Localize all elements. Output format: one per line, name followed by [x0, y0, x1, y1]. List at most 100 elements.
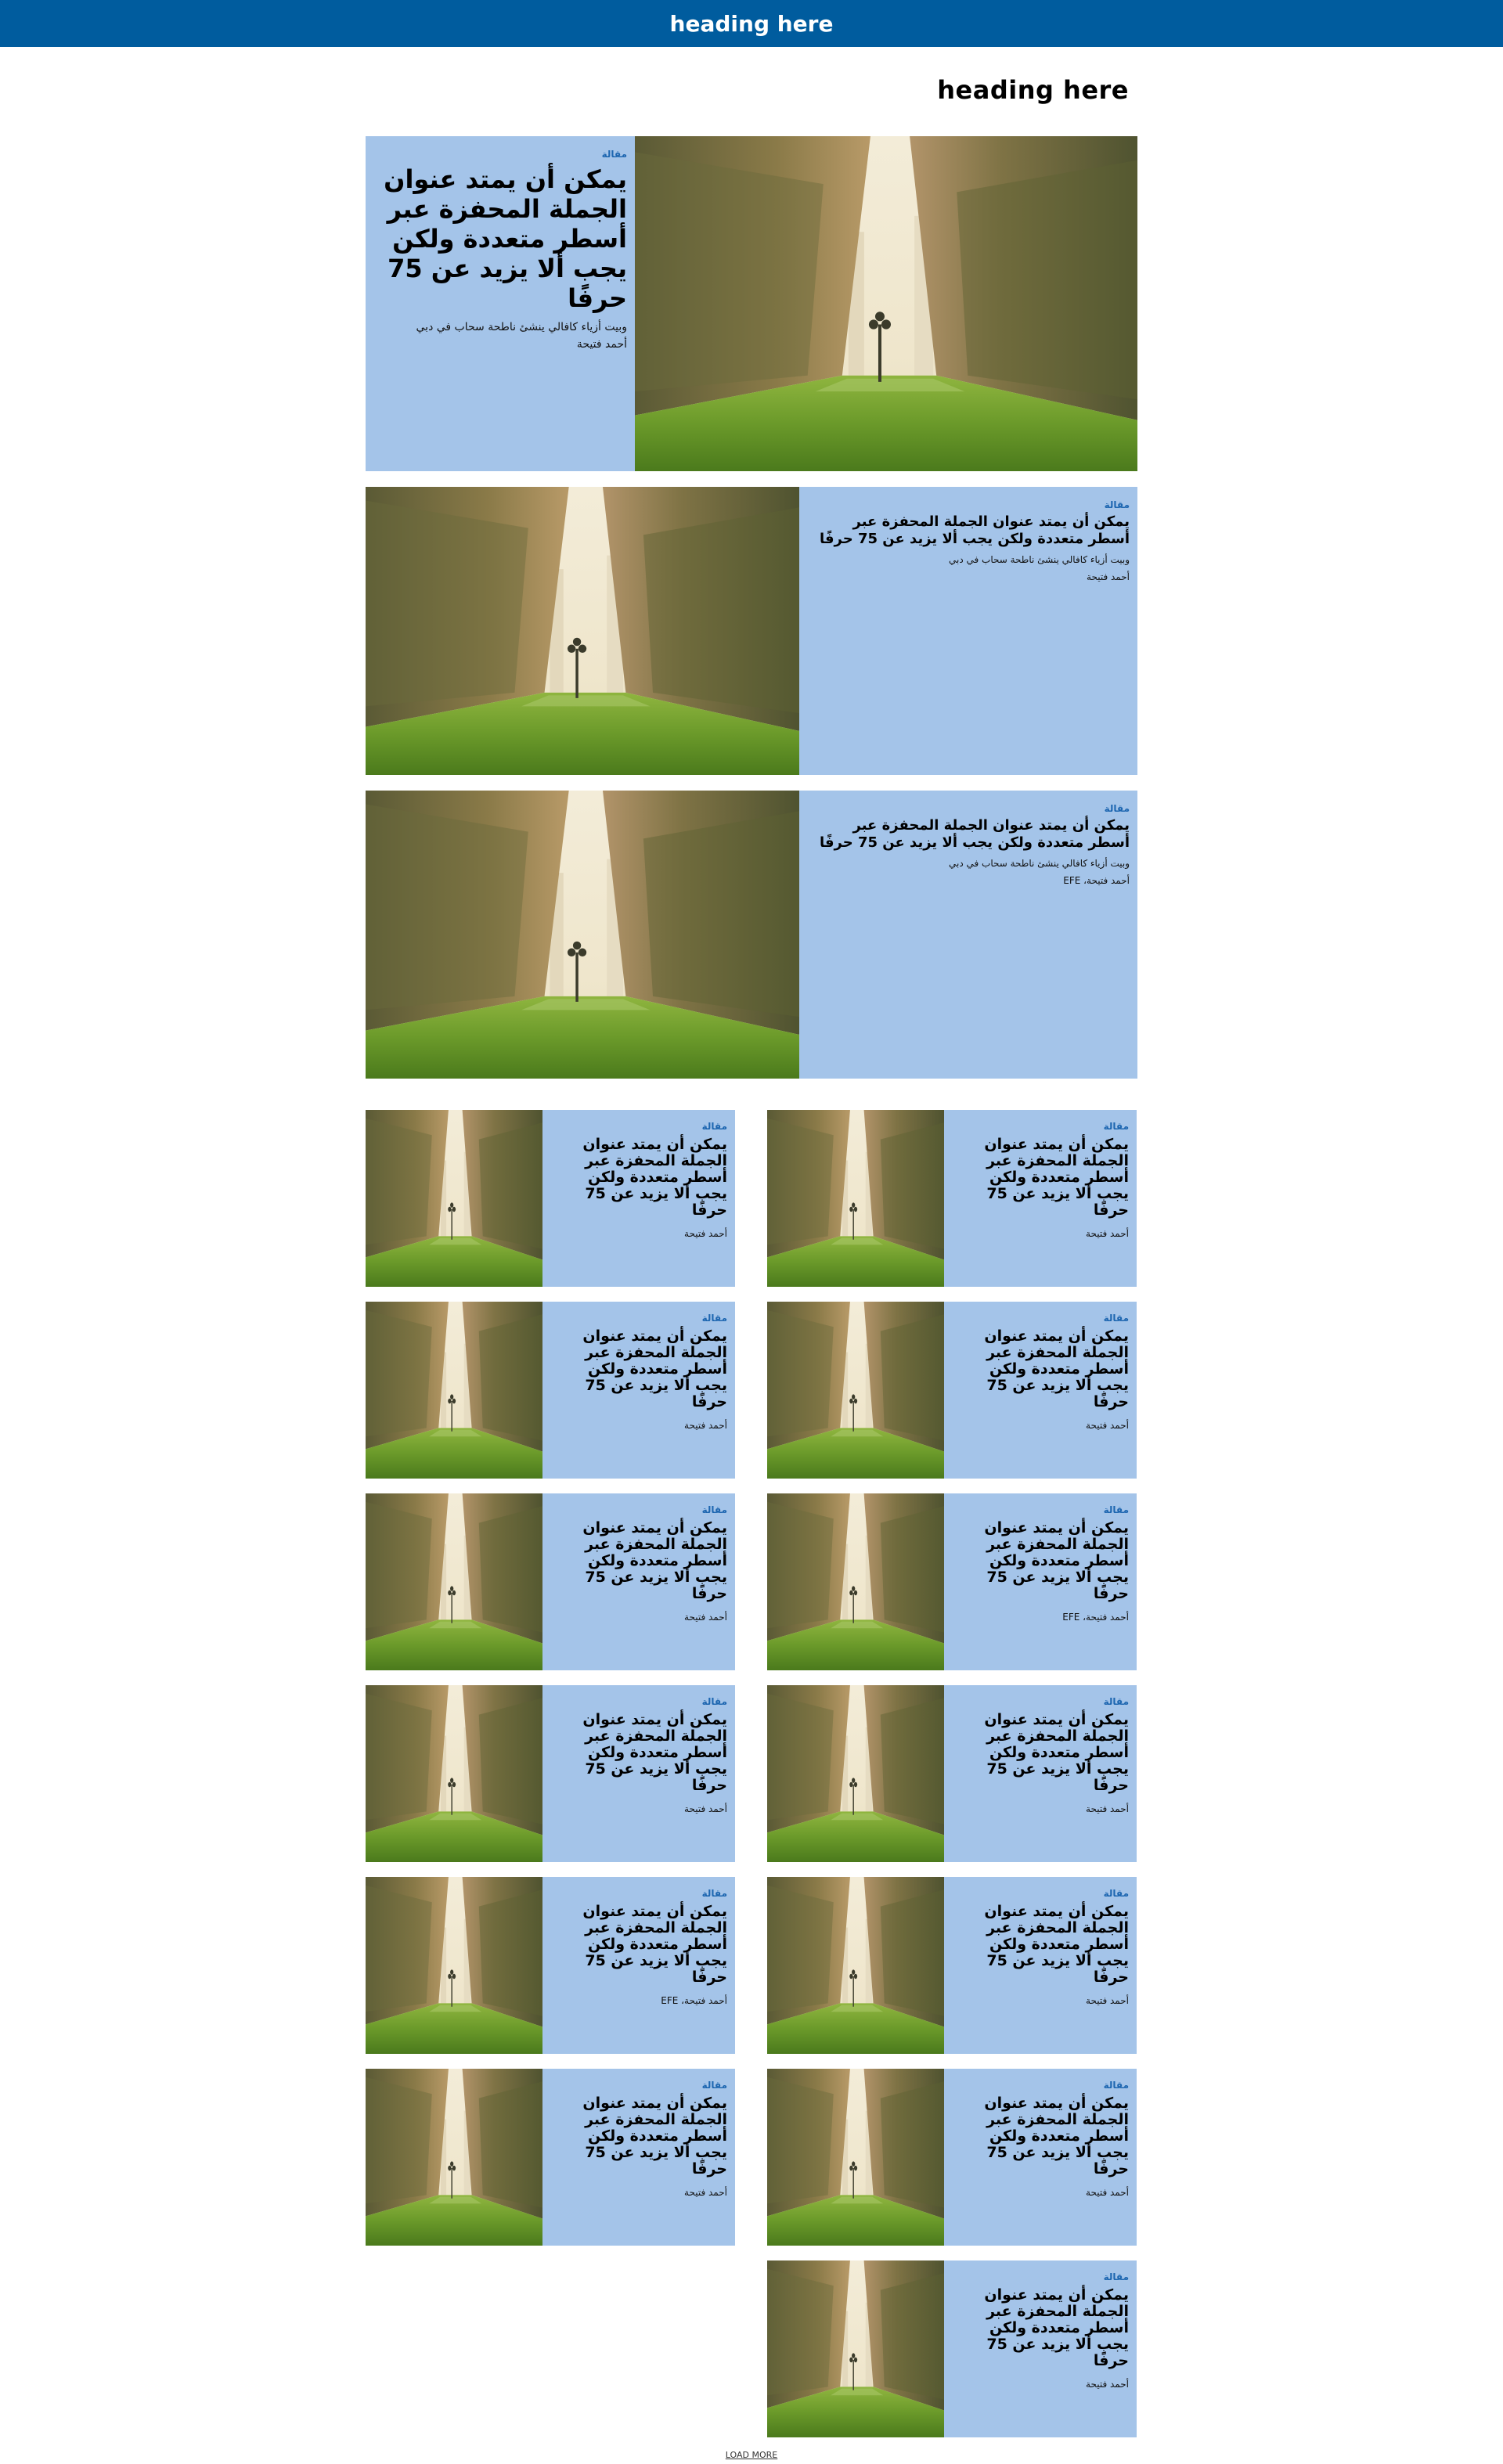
article-content: مقالة يمكن أن يمتد عنوان الجملة المحفزة … — [542, 1493, 735, 1670]
palm-avenue-photo — [767, 2260, 944, 2437]
article-image[interactable] — [366, 487, 799, 775]
article-content: مقالة يمكن أن يمتد عنوان الجملة المحفزة … — [542, 1110, 735, 1287]
article-content: مقالة يمكن أن يمتد عنوان الجملة المحفزة … — [944, 1877, 1137, 2054]
grid-article-card[interactable]: مقالة يمكن أن يمتد عنوان الجملة المحفزة … — [366, 1685, 735, 1862]
grid-article-card[interactable]: مقالة يمكن أن يمتد عنوان الجملة المحفزة … — [767, 2260, 1137, 2437]
grid-article-card[interactable]: مقالة يمكن أن يمتد عنوان الجملة المحفزة … — [767, 1110, 1137, 1287]
article-image[interactable] — [366, 1493, 542, 1670]
article-title[interactable]: يمكن أن يمتد عنوان الجملة المحفزة عبر أس… — [552, 1904, 727, 1986]
article-author[interactable]: أحمد فتيحة — [809, 571, 1130, 582]
article-title[interactable]: يمكن أن يمتد عنوان الجملة المحفزة عبر أس… — [552, 1328, 727, 1410]
grid-article-card[interactable]: مقالة يمكن أن يمتد عنوان الجملة المحفزة … — [767, 2069, 1137, 2246]
hero-article-image[interactable] — [635, 136, 1137, 471]
article-title[interactable]: يمكن أن يمتد عنوان الجملة المحفزة عبر أس… — [552, 1137, 727, 1219]
grid-article-card[interactable]: مقالة يمكن أن يمتد عنوان الجملة المحفزة … — [366, 1302, 735, 1479]
article-author[interactable]: أحمد فتيحة — [953, 2379, 1129, 2390]
article-tag[interactable]: مقالة — [381, 149, 627, 160]
article-image[interactable] — [366, 1685, 542, 1862]
article-image[interactable] — [767, 1493, 944, 1670]
article-image[interactable] — [366, 1302, 542, 1479]
article-tag[interactable]: مقالة — [953, 1121, 1129, 1132]
article-title[interactable]: يمكن أن يمتد عنوان الجملة المحفزة عبر أس… — [953, 1328, 1129, 1410]
palm-avenue-photo — [366, 1110, 542, 1287]
article-image[interactable] — [767, 1110, 944, 1287]
article-tag[interactable]: مقالة — [552, 2080, 727, 2091]
article-author[interactable]: أحمد فتيحة — [552, 1228, 727, 1239]
article-title[interactable]: يمكن أن يمتد عنوان الجملة المحفزة عبر أس… — [552, 2095, 727, 2178]
article-author[interactable]: أحمد فتيحة، EFE — [953, 1612, 1129, 1623]
article-title[interactable]: يمكن أن يمتد عنوان الجملة المحفزة عبر أس… — [809, 817, 1130, 852]
article-title[interactable]: يمكن أن يمتد عنوان الجملة المحفزة عبر أس… — [953, 1137, 1129, 1219]
article-subtitle: وبيت أزياء كافالي ينشئ ناطحة سحاب في دبي — [949, 554, 1130, 565]
article-image[interactable] — [767, 2069, 944, 2246]
article-author[interactable]: أحمد فتيحة — [552, 2187, 727, 2198]
article-image[interactable] — [767, 1302, 944, 1479]
medium-article-card[interactable]: مقالة يمكن أن يمتد عنوان الجملة المحفزة … — [366, 791, 1137, 1079]
hero-article-content: مقالة يمكن أن يمتد عنوان الجملة المحفزة … — [366, 136, 635, 471]
article-author[interactable]: أحمد فتيحة — [953, 1420, 1129, 1431]
article-title[interactable]: يمكن أن يمتد عنوان الجملة المحفزة عبر أس… — [953, 2095, 1129, 2178]
article-author[interactable]: أحمد فتيحة — [552, 1420, 727, 1431]
article-tag[interactable]: مقالة — [552, 1121, 727, 1132]
article-title[interactable]: يمكن أن يمتد عنوان الجملة المحفزة عبر أس… — [809, 513, 1130, 548]
article-content: مقالة يمكن أن يمتد عنوان الجملة المحفزة … — [542, 1302, 735, 1479]
medium-article-card[interactable]: مقالة يمكن أن يمتد عنوان الجملة المحفزة … — [366, 487, 1137, 775]
article-author[interactable]: أحمد فتيحة — [953, 1228, 1129, 1239]
article-subtitle: وبيت أزياء كافالي ينشئ ناطحة سحاب في دبي — [949, 858, 1130, 869]
palm-avenue-photo — [767, 1110, 944, 1287]
article-author[interactable]: أحمد فتيحة — [552, 1803, 727, 1814]
article-title[interactable]: يمكن أن يمتد عنوان الجملة المحفزة عبر أس… — [953, 2287, 1129, 2369]
article-image[interactable] — [366, 791, 799, 1079]
hero-article-card[interactable]: مقالة يمكن أن يمتد عنوان الجملة المحفزة … — [366, 136, 1137, 471]
article-author[interactable]: أحمد فتيحة — [953, 2187, 1129, 2198]
article-title[interactable]: يمكن أن يمتد عنوان الجملة المحفزة عبر أس… — [381, 164, 627, 313]
article-content: مقالة يمكن أن يمتد عنوان الجملة المحفزة … — [799, 791, 1137, 1079]
grid-article-card[interactable]: مقالة يمكن أن يمتد عنوان الجملة المحفزة … — [767, 1877, 1137, 2054]
grid-article-card[interactable]: مقالة يمكن أن يمتد عنوان الجملة المحفزة … — [767, 1302, 1137, 1479]
article-tag[interactable]: مقالة — [953, 1888, 1129, 1899]
article-tag[interactable]: مقالة — [552, 1313, 727, 1324]
article-tag[interactable]: مقالة — [552, 1696, 727, 1707]
article-author[interactable]: أحمد فتيحة — [552, 1612, 727, 1623]
palm-avenue-photo — [366, 2069, 542, 2246]
article-image[interactable] — [767, 1877, 944, 2054]
load-more-button[interactable]: LOAD MORE — [705, 2450, 798, 2460]
article-title[interactable]: يمكن أن يمتد عنوان الجملة المحفزة عبر أس… — [552, 1712, 727, 1794]
article-author[interactable]: أحمد فتيحة — [953, 1995, 1129, 2006]
article-content: مقالة يمكن أن يمتد عنوان الجملة المحفزة … — [542, 1877, 735, 2054]
article-image[interactable] — [767, 1685, 944, 1862]
article-title[interactable]: يمكن أن يمتد عنوان الجملة المحفزة عبر أس… — [953, 1904, 1129, 1986]
grid-article-card[interactable]: مقالة يمكن أن يمتد عنوان الجملة المحفزة … — [366, 1493, 735, 1670]
top-header-bar: heading here — [0, 0, 1503, 47]
article-tag[interactable]: مقالة — [552, 1504, 727, 1515]
palm-avenue-photo — [366, 1302, 542, 1479]
article-content: مقالة يمكن أن يمتد عنوان الجملة المحفزة … — [944, 1302, 1137, 1479]
article-tag[interactable]: مقالة — [953, 2080, 1129, 2091]
article-tag[interactable]: مقالة — [953, 1696, 1129, 1707]
grid-article-card[interactable]: مقالة يمكن أن يمتد عنوان الجملة المحفزة … — [366, 1110, 735, 1287]
grid-article-card[interactable]: مقالة يمكن أن يمتد عنوان الجملة المحفزة … — [366, 1877, 735, 2054]
palm-avenue-photo — [767, 1493, 944, 1670]
article-title[interactable]: يمكن أن يمتد عنوان الجملة المحفزة عبر أس… — [953, 1520, 1129, 1602]
article-tag[interactable]: مقالة — [552, 1888, 727, 1899]
article-tag[interactable]: مقالة — [809, 499, 1130, 510]
article-content: مقالة يمكن أن يمتد عنوان الجملة المحفزة … — [944, 1110, 1137, 1287]
grid-article-card[interactable]: مقالة يمكن أن يمتد عنوان الجملة المحفزة … — [767, 1685, 1137, 1862]
article-author[interactable]: أحمد فتيحة، EFE — [552, 1995, 727, 2006]
article-title[interactable]: يمكن أن يمتد عنوان الجملة المحفزة عبر أس… — [953, 1712, 1129, 1794]
article-tag[interactable]: مقالة — [953, 1504, 1129, 1515]
article-author[interactable]: أحمد فتيحة، EFE — [809, 875, 1130, 886]
article-tag[interactable]: مقالة — [953, 2271, 1129, 2282]
header-title: heading here — [669, 10, 834, 37]
article-author[interactable]: أحمد فتيحة — [381, 338, 627, 351]
grid-article-card[interactable]: مقالة يمكن أن يمتد عنوان الجملة المحفزة … — [366, 2069, 735, 2246]
article-image[interactable] — [366, 1877, 542, 2054]
article-author[interactable]: أحمد فتيحة — [953, 1803, 1129, 1814]
article-image[interactable] — [366, 1110, 542, 1287]
article-title[interactable]: يمكن أن يمتد عنوان الجملة المحفزة عبر أس… — [552, 1520, 727, 1602]
article-image[interactable] — [366, 2069, 542, 2246]
article-image[interactable] — [767, 2260, 944, 2437]
grid-article-card[interactable]: مقالة يمكن أن يمتد عنوان الجملة المحفزة … — [767, 1493, 1137, 1670]
article-tag[interactable]: مقالة — [809, 803, 1130, 814]
article-tag[interactable]: مقالة — [953, 1313, 1129, 1324]
